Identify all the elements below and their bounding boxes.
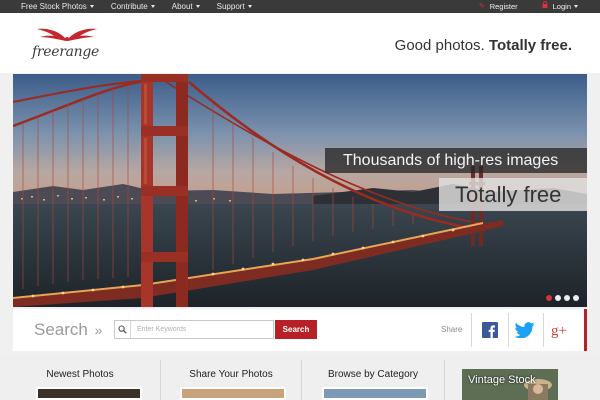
column-title: Browse by Category xyxy=(327,369,419,380)
tagline-bold: Totally free. xyxy=(488,37,572,54)
google-plus-icon[interactable]: g+ xyxy=(549,319,571,341)
wings-logo-icon xyxy=(37,28,97,41)
search-bar: Search » Search Share g+ xyxy=(13,309,587,351)
pencil-icon: ✎ xyxy=(478,3,485,10)
facebook-icon[interactable] xyxy=(479,319,501,341)
svg-text:g+: g+ xyxy=(551,323,567,338)
site-header: freerange Good photos. Totally free. xyxy=(0,13,600,73)
feature-columns: Newest Photos Share Your Photos Browse b… xyxy=(0,356,600,400)
logo-wordmark: freerange xyxy=(32,44,100,60)
column-title: Share Your Photos xyxy=(189,369,273,380)
menu-free-stock-photos[interactable]: Free Stock Photos xyxy=(21,0,94,13)
search-heading: Search » xyxy=(34,320,103,340)
search-icon xyxy=(115,321,131,338)
divider xyxy=(543,313,544,347)
search-button[interactable]: Search xyxy=(275,320,317,339)
lock-icon xyxy=(542,0,548,13)
caret-down-icon xyxy=(247,4,252,8)
double-chevron-icon: » xyxy=(94,322,103,338)
caret-down-icon xyxy=(574,4,578,8)
divider xyxy=(508,313,509,347)
site-logo[interactable]: freerange xyxy=(32,27,102,63)
vintage-stock-promo[interactable]: Vintage Stock xyxy=(462,369,558,400)
menu-label: Contribute xyxy=(110,2,148,11)
caret-down-icon xyxy=(150,4,155,8)
column-share-photos[interactable]: Share Your Photos xyxy=(161,356,301,400)
category-thumbnail[interactable] xyxy=(322,387,428,400)
menu-label: About xyxy=(171,2,193,11)
tagline-plain: Good photos. xyxy=(394,37,485,54)
slide-dot-4[interactable] xyxy=(573,295,579,301)
share-photo-thumbnail[interactable] xyxy=(180,387,286,400)
caret-down-icon xyxy=(89,4,94,8)
share-label: Share xyxy=(441,325,463,334)
column-title: Newest Photos xyxy=(46,369,114,380)
column-newest-photos[interactable]: Newest Photos xyxy=(0,356,160,400)
slide-dot-1[interactable] xyxy=(546,295,552,301)
menu-label: Support xyxy=(216,2,245,11)
slider-pagination xyxy=(543,295,579,301)
search-field[interactable] xyxy=(114,320,274,339)
menu-about[interactable]: About xyxy=(172,0,200,13)
menu-support[interactable]: Support xyxy=(217,0,252,13)
register-label: Register xyxy=(489,2,518,11)
caret-down-icon xyxy=(195,4,200,8)
main-menu: Free Stock Photos Contribute About Suppo… xyxy=(21,0,269,13)
hero-slider[interactable]: Thousands of high-res images Totally fre… xyxy=(13,74,587,307)
search-heading-text: Search xyxy=(34,320,88,339)
promo-text: Vintage Stock xyxy=(468,374,536,386)
hero-caption-secondary: Totally free xyxy=(439,178,587,211)
login-link[interactable]: Login xyxy=(542,0,578,13)
slide-dot-3[interactable] xyxy=(564,295,570,301)
hero-caption-primary: Thousands of high-res images xyxy=(325,148,587,173)
register-link[interactable]: ✎ Register xyxy=(479,0,518,13)
login-label: Login xyxy=(552,2,571,11)
column-browse-category[interactable]: Browse by Category xyxy=(302,356,444,400)
search-input[interactable] xyxy=(131,322,269,337)
menu-label: Free Stock Photos xyxy=(21,2,87,11)
divider xyxy=(444,360,445,400)
site-tagline: Good photos. Totally free. xyxy=(395,37,572,54)
twitter-icon[interactable] xyxy=(514,319,536,341)
newest-photo-thumbnail[interactable] xyxy=(36,387,142,400)
top-navigation-bar: Free Stock Photos Contribute About Suppo… xyxy=(0,0,600,13)
slide-dot-2[interactable] xyxy=(555,295,561,301)
account-links: ✎ Register Login xyxy=(455,0,578,13)
menu-contribute[interactable]: Contribute xyxy=(111,0,155,13)
divider xyxy=(471,313,472,347)
